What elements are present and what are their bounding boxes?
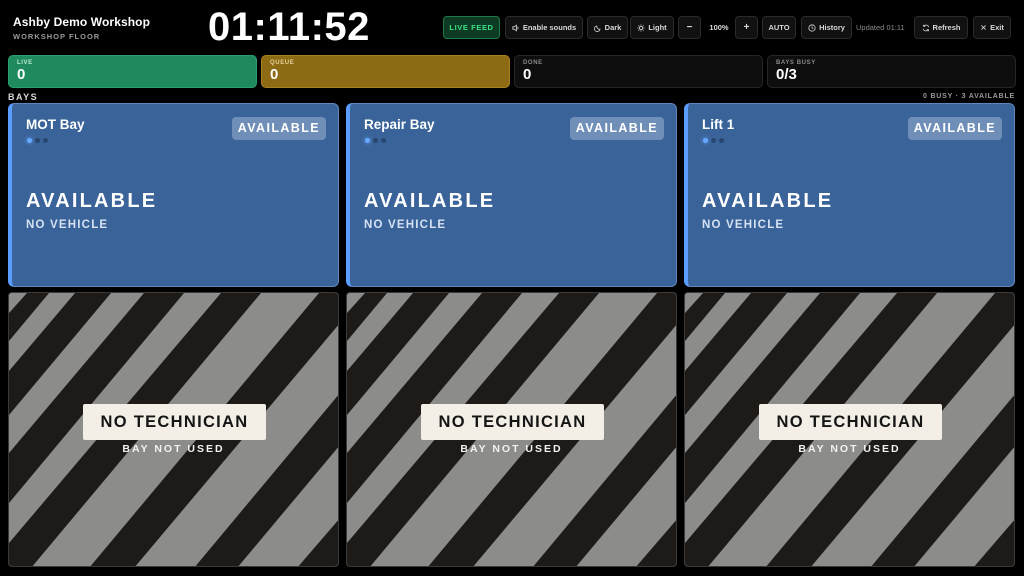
stat-live-value: 0 [17, 66, 26, 83]
section-summary: 0 BUSY · 3 AVAILABLE [923, 93, 1015, 100]
no-technician-badge: NO TECHNICIAN [421, 404, 604, 440]
bay-card-repair[interactable]: Repair Bay AVAILABLE AVAILABLE NO VEHICL… [346, 103, 677, 287]
refresh-label: Refresh [932, 23, 961, 32]
exit-label: Exit [990, 23, 1004, 32]
bay-vehicle: NO VEHICLE [364, 219, 447, 231]
bay-status-badge: AVAILABLE [907, 117, 1002, 140]
refresh-icon [922, 24, 930, 32]
stat-queue-label: QUEUE [270, 60, 295, 66]
last-updated: Updated 01:11 [856, 23, 905, 32]
workshop-title: Ashby Demo Workshop [13, 15, 151, 29]
stat-queue-value: 0 [270, 66, 279, 83]
section-title: BAYS [8, 92, 39, 102]
page-dots [365, 138, 386, 143]
enable-sounds-button[interactable]: Enable sounds [505, 16, 583, 39]
history-button[interactable]: History [801, 16, 852, 39]
bay-vehicle: NO VEHICLE [26, 219, 109, 231]
page-dot [43, 138, 48, 143]
stat-bays-busy: BAYS BUSY 0/3 [767, 55, 1016, 88]
bay-status-badge: AVAILABLE [569, 117, 664, 140]
bay-name: Repair Bay [364, 117, 435, 132]
bay-name: Lift 1 [702, 117, 735, 132]
dark-label: Dark [604, 23, 622, 32]
stat-live-label: LIVE [17, 60, 33, 66]
page-dot [711, 138, 716, 143]
clock-icon [808, 23, 816, 32]
page-dot-active [703, 138, 708, 143]
stat-bays-busy-label: BAYS BUSY [776, 60, 816, 66]
bay-vehicle: NO VEHICLE [702, 219, 785, 231]
page-dot [381, 138, 386, 143]
stat-bays-busy-value: 0/3 [776, 66, 797, 83]
technician-panel: NO TECHNICIAN BAY NOT USED [684, 292, 1015, 567]
bay-not-used-label: BAY NOT USED [460, 443, 563, 455]
enable-sounds-label: Enable sounds [522, 23, 577, 32]
brand: Ashby Demo Workshop WORKSHOP FLOOR [13, 15, 150, 41]
sun-icon [637, 23, 645, 32]
stat-live: LIVE 0 [8, 55, 257, 88]
zoom-in-label: + [743, 22, 750, 33]
no-technician-badge: NO TECHNICIAN [83, 404, 266, 440]
page-dot [373, 138, 378, 143]
page-dot [35, 138, 40, 143]
bay-not-used-label: BAY NOT USED [122, 443, 225, 455]
refresh-button[interactable]: Refresh [914, 16, 968, 39]
page-dot-active [365, 138, 370, 143]
clock: 01:11:52 [208, 5, 370, 49]
zoom-out-label: − [686, 22, 693, 33]
no-technician-badge: NO TECHNICIAN [759, 404, 942, 440]
page-dots [27, 138, 48, 143]
stat-done-value: 0 [523, 66, 532, 83]
bay-status: AVAILABLE [364, 190, 496, 212]
bay-card-lift1[interactable]: Lift 1 AVAILABLE AVAILABLE NO VEHICLE [684, 103, 1015, 287]
technician-panel: NO TECHNICIAN BAY NOT USED [346, 292, 677, 567]
bay-status: AVAILABLE [26, 190, 158, 212]
zoom-out-button[interactable]: − [678, 16, 701, 39]
bay-not-used-label: BAY NOT USED [798, 443, 901, 455]
stat-done-label: DONE [523, 60, 543, 66]
header: Ashby Demo Workshop WORKSHOP FLOOR 01:11… [0, 0, 1024, 54]
live-feed-badge[interactable]: LIVE FEED [443, 16, 500, 39]
stat-done: DONE 0 [514, 55, 763, 88]
bay-card-mot[interactable]: MOT Bay AVAILABLE AVAILABLE NO VEHICLE [8, 103, 339, 287]
light-label: Light [648, 23, 667, 32]
zoom-in-button[interactable]: + [735, 16, 758, 39]
stat-queue: QUEUE 0 [261, 55, 510, 88]
page-dots [703, 138, 724, 143]
zoom-level: 100% [709, 23, 729, 32]
technician-panel: NO TECHNICIAN BAY NOT USED [8, 292, 339, 567]
moon-icon [593, 24, 602, 32]
live-feed-label: LIVE FEED [449, 23, 494, 32]
page-dot-active [27, 138, 32, 143]
dark-mode-button[interactable]: Dark [587, 16, 628, 39]
auto-button[interactable]: AUTO [762, 16, 796, 39]
bay-status: AVAILABLE [702, 190, 834, 212]
close-icon [980, 24, 987, 31]
exit-button[interactable]: Exit [973, 16, 1011, 39]
auto-label: AUTO [768, 23, 790, 32]
history-label: History [819, 23, 845, 32]
speaker-icon [512, 23, 520, 32]
light-mode-button[interactable]: Light [630, 16, 674, 39]
page-dot [719, 138, 724, 143]
bay-status-badge: AVAILABLE [231, 117, 326, 140]
workshop-subtitle: WORKSHOP FLOOR [13, 32, 101, 41]
bay-name: MOT Bay [26, 117, 85, 132]
